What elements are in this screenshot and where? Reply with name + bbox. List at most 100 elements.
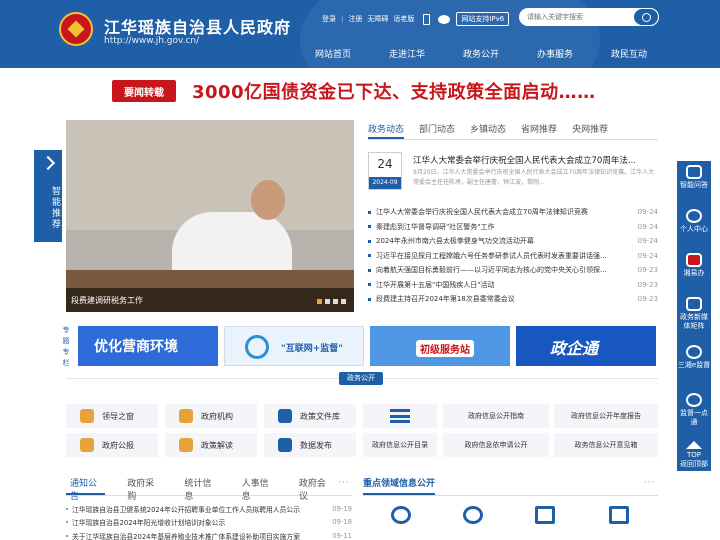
tab-procurement[interactable]: 政府采购 <box>123 476 162 502</box>
service-gov-gazette[interactable]: 政府公报 <box>66 433 158 457</box>
search-input[interactable] <box>527 13 635 21</box>
list-item[interactable]: 江华瑶族自治县卫健系统2024年公开招聘事业单位工作人员拟聘用人员公示 09-19 <box>66 502 352 516</box>
news-title[interactable]: 江华人大常委会举行庆祝全国人民代表大会成立70周年法律知识竞赛 <box>376 207 634 217</box>
promo-business-environment[interactable]: 优化营商环境 <box>78 326 218 366</box>
back-to-top-button[interactable]: TOP 返回顶部 <box>677 441 711 469</box>
rb-label: 监督一点通 <box>680 409 708 426</box>
news-title[interactable]: 段费建主持召开2024年第18次县委常委会议 <box>376 294 634 304</box>
key-field-item[interactable] <box>584 506 654 540</box>
personal-center-button[interactable]: 个人中心 <box>677 209 711 234</box>
key-field-item[interactable] <box>510 506 580 540</box>
news-title[interactable]: 江华开展第十五届"中国残疾人日"活动 <box>376 280 634 290</box>
list-item[interactable]: 习近平在接见探月工程嫦娥六号任务参研参试人员代表时发表重要讲话强... 09-24 <box>368 249 658 264</box>
service-label: 政府机构 <box>201 411 233 421</box>
news-tag: 要闻转载 <box>112 80 176 102</box>
supervision-button[interactable]: 三湘e监督 <box>677 345 711 370</box>
tab-statistics[interactable]: 统计信息 <box>180 476 219 502</box>
xiangyiban-button[interactable]: 湘易办 <box>677 253 711 278</box>
eye-icon <box>686 345 702 359</box>
list-icon-tile[interactable] <box>363 404 437 428</box>
new-media-button[interactable]: 政务新媒体矩阵 <box>677 297 711 331</box>
list-item[interactable]: 秦建彪到江华督导调研"社区警务"工作 09-24 <box>368 220 658 235</box>
login-link[interactable]: 登录 <box>322 14 336 24</box>
list-item[interactable]: 向着航天强国目标勇毅前行——以习近平同志为核心的党中央关心引领探... 09-23 <box>368 263 658 278</box>
wechat-icon[interactable] <box>438 14 451 24</box>
elderly-mode-link[interactable]: 适老版 <box>393 14 414 24</box>
tab-central-news[interactable]: 央网推荐 <box>572 122 608 139</box>
bullet-icon <box>66 534 68 537</box>
tab-town-news[interactable]: 乡镇动态 <box>470 122 506 139</box>
key-fields-header: 重点领域信息公开 <box>363 476 658 496</box>
news-title[interactable]: 秦建彪到江华督导调研"社区警务"工作 <box>376 222 634 232</box>
service-leaders[interactable]: 领导之窗 <box>66 404 158 428</box>
bullet-icon <box>368 297 371 301</box>
slide-dot[interactable] <box>341 299 346 304</box>
list-icon <box>390 409 410 423</box>
nav-gov-affairs[interactable]: 政务公开 <box>444 47 518 60</box>
service-disclosure-guide[interactable]: 政府信息公开指南 <box>443 404 549 428</box>
register-link[interactable]: 注册 <box>348 14 362 24</box>
site-header: 江华瑶族自治县人民政府 http://www.jh.gov.cn/ 登录 | 注… <box>0 0 720 68</box>
slide-dot[interactable] <box>333 299 338 304</box>
list-item[interactable]: 段费建主持召开2024年第18次县委常委会议 09-23 <box>368 292 658 307</box>
list-item[interactable]: 江华瑶族自治县2024年阳光增收计划培训对象公示 09-18 <box>66 516 352 530</box>
mobile-icon[interactable] <box>423 13 431 25</box>
service-disclosure-catalog[interactable]: 政府信息公开目录 <box>363 433 437 457</box>
service-opinion-box[interactable]: 政务信息公开意见箱 <box>554 433 658 457</box>
news-slideshow[interactable]: 段费建调研税务工作 <box>66 120 354 312</box>
service-label: 政府公报 <box>102 440 134 450</box>
list-item[interactable]: 江华人大常委会举行庆祝全国人民代表大会成立70周年法律知识竞赛 09-24 <box>368 205 658 220</box>
smart-qa-button[interactable]: 智能问答 <box>677 165 711 190</box>
service-gov-institutions[interactable]: 政府机构 <box>165 404 257 428</box>
service-data-release[interactable]: 数据发布 <box>264 433 356 457</box>
news-title[interactable]: 2024年永州市南六县太极拳健身气功交流活动开幕 <box>376 236 634 246</box>
search-box <box>519 8 659 26</box>
promo-internet-supervision[interactable]: "互联网+监督" <box>224 326 364 366</box>
service-disclosure-application[interactable]: 政府信息依申请公开 <box>443 433 549 457</box>
site-title[interactable]: 江华瑶族自治县人民政府 <box>104 14 291 38</box>
nav-interaction[interactable]: 政民互动 <box>592 47 666 60</box>
list-item[interactable]: 2024年永州市南六县太极拳健身气功交流活动开幕 09-24 <box>368 234 658 249</box>
top-news-title[interactable]: 江华人大常委会举行庆祝全国人民代表大会成立70周年法... <box>413 154 655 166</box>
service-policy-interpretation[interactable]: 政策解读 <box>165 433 257 457</box>
notice-title[interactable]: 江华瑶族自治县卫健系统2024年公开招聘事业单位工作人员拟聘用人员公示 <box>72 504 328 514</box>
key-fields-title[interactable]: 重点领域信息公开 <box>363 476 436 495</box>
nav-home[interactable]: 网站首页 <box>296 47 370 60</box>
service-annual-report[interactable]: 政府信息公开年度报告 <box>554 404 658 428</box>
promo-zhengqitong[interactable]: 政企通 <box>516 326 656 366</box>
service-policy-library[interactable]: 政策文件库 <box>264 404 356 428</box>
news-title[interactable]: 向着航天强国目标勇毅前行——以习近平同志为核心的党中央关心引领探... <box>376 265 634 275</box>
search-button[interactable] <box>633 8 659 26</box>
key-field-item[interactable] <box>438 506 508 540</box>
tab-notices[interactable]: 通知公告 <box>66 476 106 502</box>
key-field-item[interactable] <box>366 506 436 540</box>
tab-personnel[interactable]: 人事信息 <box>238 476 277 502</box>
notice-title[interactable]: 关于江华瑶族自治县2024年基层养殖业技术推广体系建设补助项目实施方案 <box>72 531 328 540</box>
service-label: 政策解读 <box>201 440 233 450</box>
tab-gov-news[interactable]: 政务动态 <box>368 122 405 139</box>
tab-province-news[interactable]: 省网推荐 <box>521 122 557 139</box>
bullet-icon <box>368 225 371 229</box>
tab-dept-news[interactable]: 部门动态 <box>419 122 455 139</box>
building-icon <box>535 506 555 524</box>
list-item[interactable]: 江华开展第十五届"中国残疾人日"活动 09-23 <box>368 278 658 293</box>
promo-text: "互联网+监督" <box>281 344 343 354</box>
smart-recommend-float[interactable]: 智能推荐 <box>34 150 62 242</box>
notices-more-button[interactable]: ··· <box>338 478 350 488</box>
slide-dot[interactable] <box>325 299 330 304</box>
notice-title[interactable]: 江华瑶族自治县2024年阳光增收计划培训对象公示 <box>72 517 328 527</box>
bullet-icon <box>368 283 371 287</box>
slide-dot[interactable] <box>317 299 322 304</box>
tab-meetings[interactable]: 政府会议 <box>295 476 334 502</box>
top-news[interactable]: 24 2024-09 江华人大常委会举行庆祝全国人民代表大会成立70周年法...… <box>368 152 658 192</box>
promo-service-station[interactable]: 初级服务站 <box>370 326 510 366</box>
nav-about[interactable]: 走进江华 <box>370 47 444 60</box>
nav-services[interactable]: 办事服务 <box>518 47 592 60</box>
banner-headline[interactable]: 3000亿国债资金已下达、支持政策全面启动…… <box>192 78 596 104</box>
slide-caption[interactable]: 段费建调研税务工作 <box>66 288 354 312</box>
key-fields-more-button[interactable]: ··· <box>644 478 656 488</box>
news-title[interactable]: 习近平在接见探月工程嫦娥六号任务参研参试人员代表时发表重要讲话强... <box>376 251 634 261</box>
list-item[interactable]: 关于江华瑶族自治县2024年基层养殖业技术推广体系建设补助项目实施方案 09-11 <box>66 529 352 540</box>
accessibility-link[interactable]: 无障碍 <box>367 14 388 24</box>
supervision-point-button[interactable]: 监督一点通 <box>677 393 711 427</box>
